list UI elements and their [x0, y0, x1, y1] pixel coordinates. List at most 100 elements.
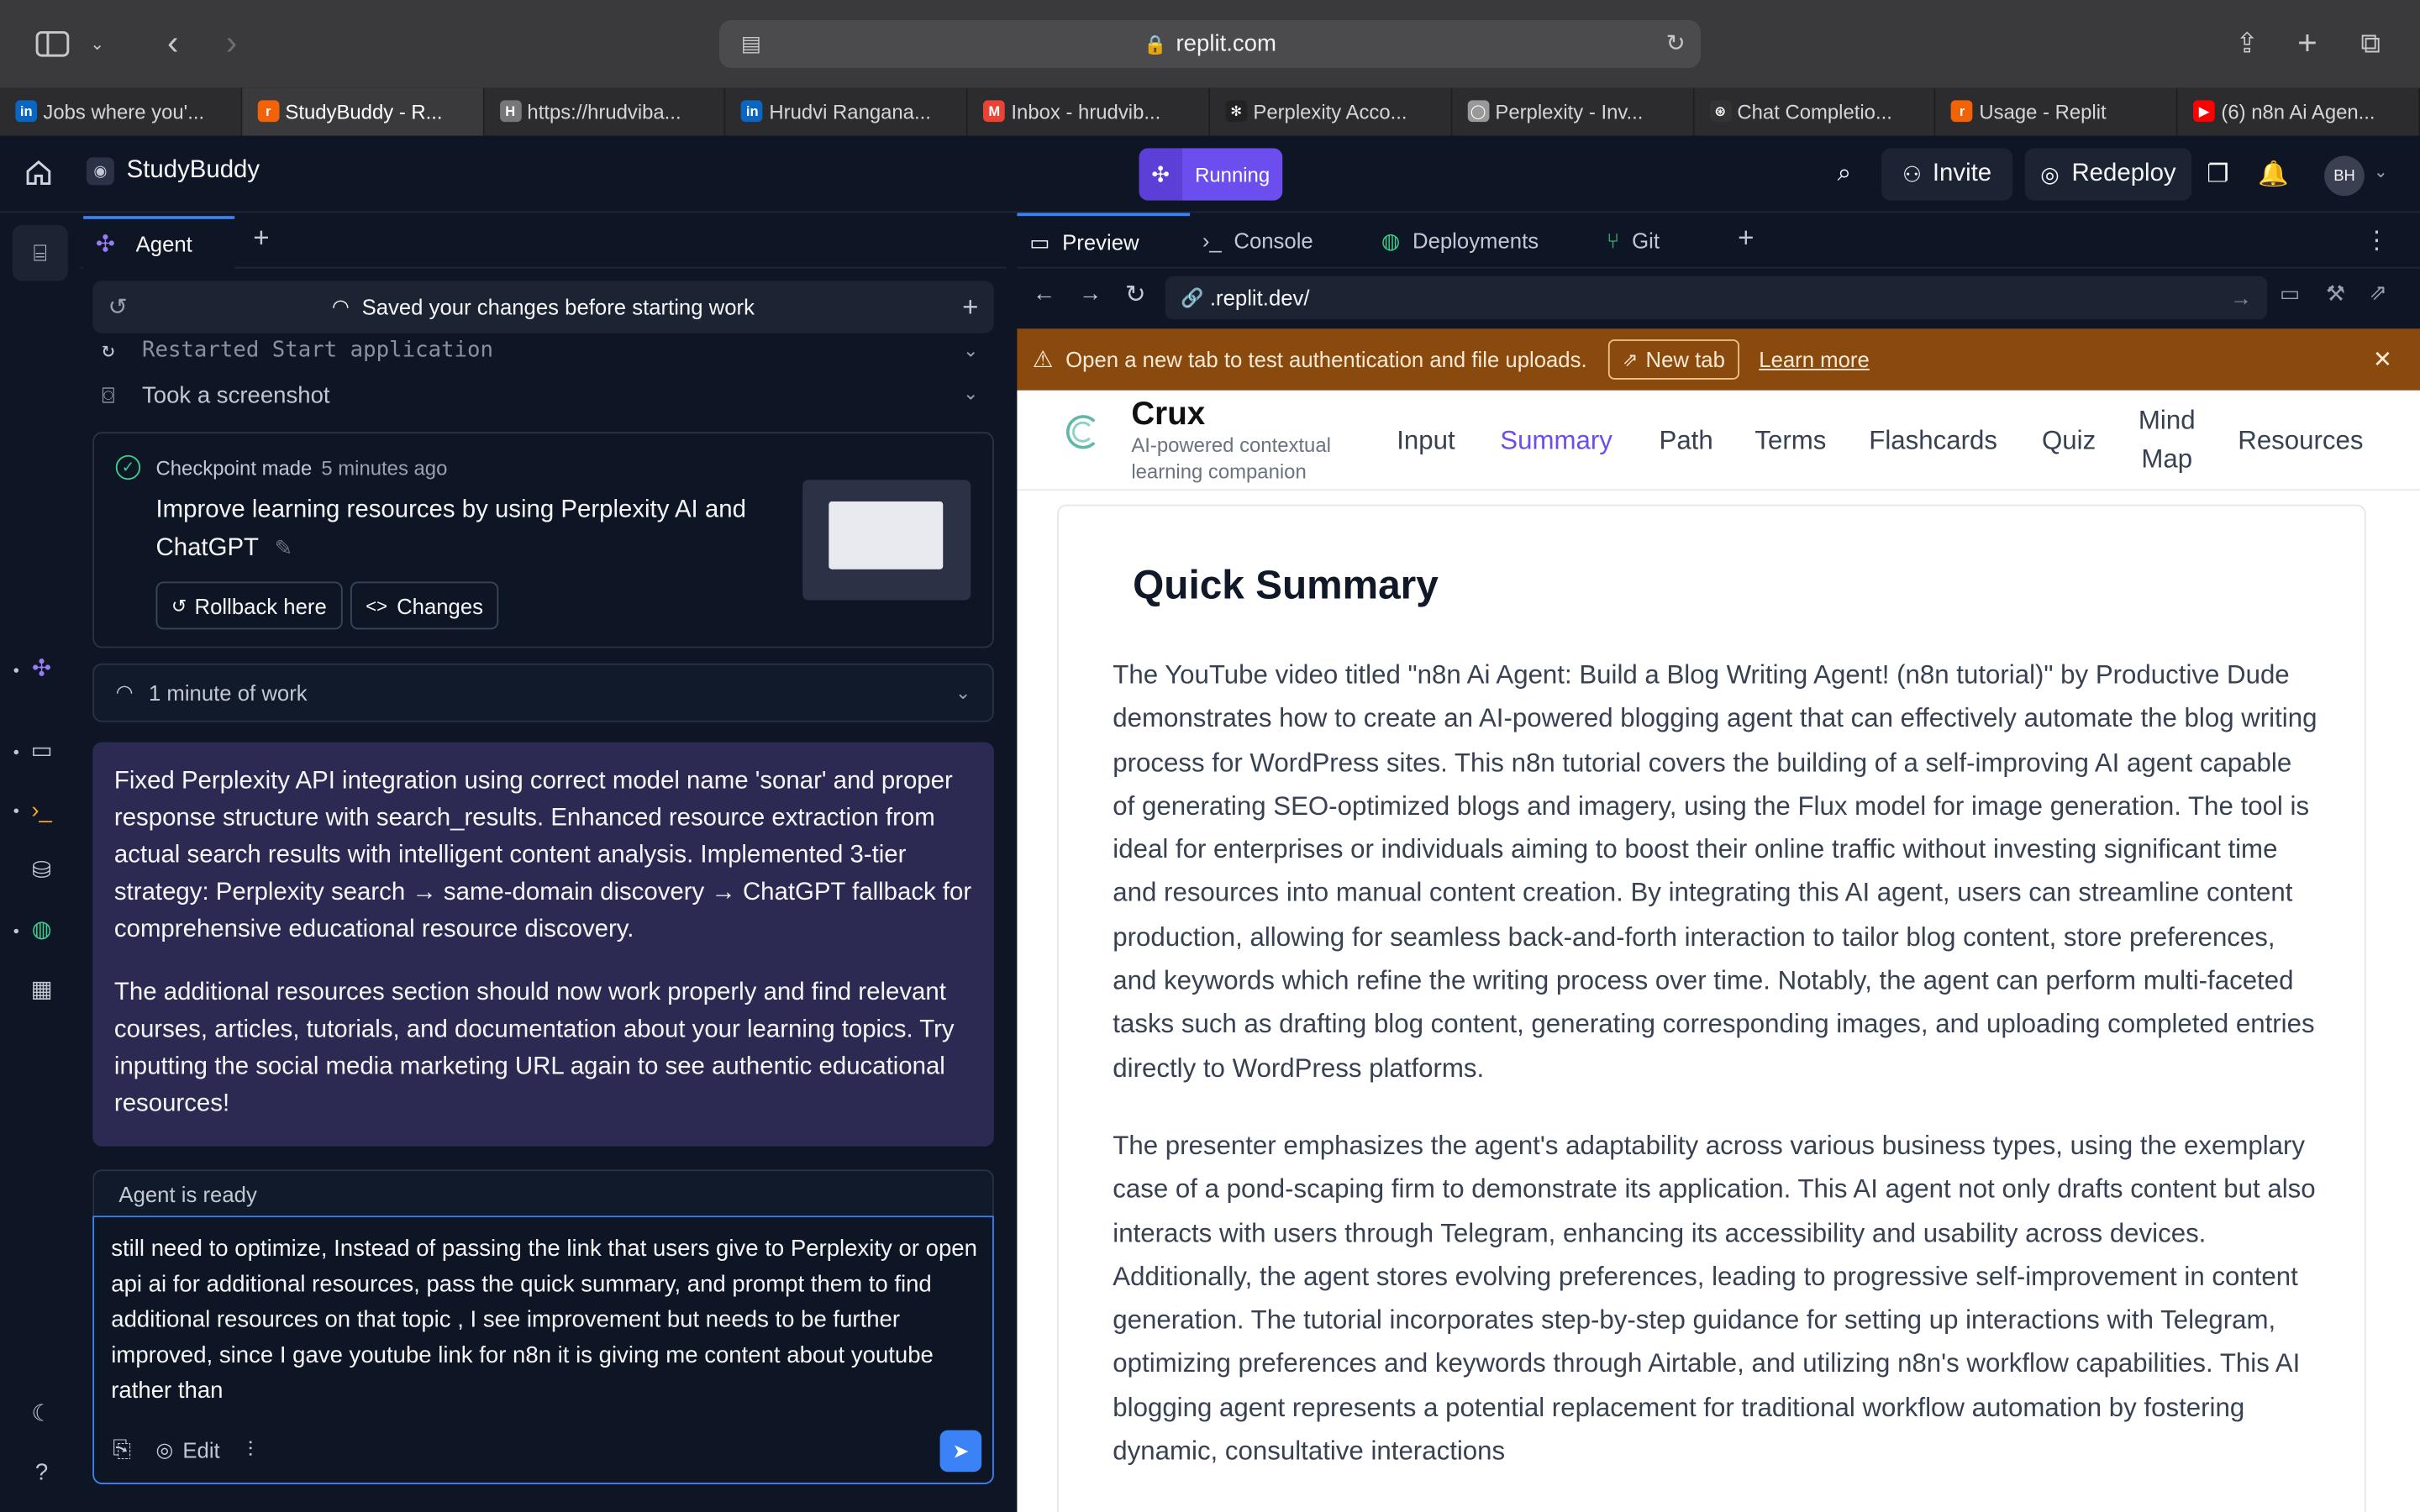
edit-button[interactable]: Edit	[182, 1437, 219, 1462]
bell-icon[interactable]: 🔔	[2254, 148, 2294, 200]
close-icon[interactable]: ✕	[2373, 345, 2392, 373]
camera-icon: ⌼	[102, 381, 115, 407]
browser-tab[interactable]: ▶ (6) n8n Ai Agen...	[2178, 87, 2420, 136]
browser-toolbar: ⌄ ‹ › ▤ 🔒 replit.com ↻ ⇪ + ⧉	[0, 0, 2420, 88]
nav-terms[interactable]: Terms	[1754, 421, 1826, 459]
panel-resizer[interactable]	[1006, 213, 1018, 1512]
add-tab-icon[interactable]: +	[253, 222, 269, 255]
new-tab-button[interactable]: ⇗ New tab	[1608, 339, 1739, 380]
chat-input-text[interactable]: still need to optimize, Instead of passi…	[111, 1231, 985, 1409]
theme-icon[interactable]: ☾	[24, 1396, 58, 1430]
back-icon[interactable]: ‹	[157, 24, 188, 62]
page-settings-icon[interactable]: ▤	[741, 31, 761, 57]
browser-tab[interactable]: in Hrudvi Ranganа...	[726, 87, 968, 136]
tab-console[interactable]: ›_ Console	[1199, 213, 1313, 268]
restarted-row[interactable]: ↻ Restarted Start application	[102, 332, 493, 369]
browser-tab[interactable]: in Jobs where you'...	[0, 87, 242, 136]
chat-input[interactable]: still need to optimize, Instead of passi…	[92, 1215, 994, 1484]
devices-icon[interactable]: ▭	[2280, 281, 2300, 307]
console-icon[interactable]: ›_	[24, 793, 58, 827]
deployments-icon: ◍	[1381, 227, 1401, 253]
favicon-icon: ⊛	[1709, 100, 1732, 123]
go-icon[interactable]: →	[2230, 286, 2252, 310]
database-icon[interactable]: ⛁	[24, 853, 58, 887]
chevron-down-icon[interactable]: ⌄	[2374, 162, 2388, 182]
sidebar-toggle-icon[interactable]	[34, 24, 71, 61]
search-icon[interactable]: ⌕	[1823, 148, 1865, 200]
browser-tab-label: Hrudvi Ranganа...	[769, 100, 931, 123]
chevron-down-icon[interactable]: ⌄	[87, 24, 108, 61]
files-icon[interactable]: ⌸	[12, 225, 68, 281]
run-button[interactable]: ✣ Running	[1139, 148, 1283, 201]
edit-icon[interactable]: ✎	[275, 535, 293, 559]
forward-icon[interactable]: ›	[216, 24, 247, 62]
chevron-down-icon[interactable]: ⌄	[963, 383, 978, 405]
nav-mind-map[interactable]: Mind Map	[2134, 402, 2199, 479]
rollback-icon: ↺	[171, 595, 187, 617]
nav-summary[interactable]: Summary	[1500, 421, 1612, 459]
changes-button[interactable]: <> Changes	[350, 581, 499, 630]
back-icon[interactable]: ←	[1033, 281, 1056, 307]
home-icon[interactable]	[24, 159, 55, 190]
new-chat-icon[interactable]: +	[962, 291, 978, 323]
preview-icon[interactable]: ▭	[24, 732, 58, 766]
tab-preview[interactable]: ▭ Preview	[1017, 213, 1191, 268]
browser-tab-label: (6) n8n Ai Agen...	[2221, 100, 2375, 123]
browser-tab[interactable]: ✻ Perplexity Acco...	[1210, 87, 1452, 136]
browser-tab[interactable]: r StudyBuddy - R...	[241, 87, 484, 136]
chevron-down-icon[interactable]: ⌄	[963, 339, 978, 361]
chevron-down-icon[interactable]: ⌄	[955, 682, 971, 704]
rollback-button[interactable]: ↺ Rollback here	[155, 581, 343, 630]
site-brand[interactable]: Crux	[1131, 396, 1205, 433]
address-bar[interactable]: ▤ 🔒 replit.com ↻	[718, 19, 1702, 68]
nav-flashcards[interactable]: Flashcards	[1869, 421, 1997, 459]
redeploy-button[interactable]: ◎ Redeploy	[2024, 148, 2192, 201]
tab-preview-label: Preview	[1062, 229, 1139, 255]
checkpoint-card: ✓ Checkpoint made 5 minutes ago Improve …	[92, 432, 994, 648]
send-button[interactable]: ➤	[939, 1430, 982, 1473]
history-icon[interactable]: ↺	[108, 293, 128, 321]
invite-button[interactable]: ⚇ Invite	[1881, 148, 2013, 201]
tab-deployments[interactable]: ◍ Deployments	[1381, 213, 1539, 268]
edit-mode-icon[interactable]: ◎	[156, 1437, 174, 1462]
work-summary[interactable]: ◠ 1 minute of work ⌄	[92, 663, 994, 722]
nav-input[interactable]: Input	[1397, 421, 1455, 459]
learn-more-link[interactable]: Learn more	[1759, 347, 1869, 371]
settings-sliders-icon[interactable]: ⫶	[248, 1436, 253, 1462]
browser-tab[interactable]: r Usage - Replit	[1936, 87, 2178, 136]
nav-quiz[interactable]: Quiz	[2042, 421, 2096, 459]
agent-icon[interactable]: ✣	[24, 651, 58, 685]
add-tab-icon[interactable]: +	[1738, 222, 1754, 255]
attach-icon[interactable]: ⎘	[113, 1436, 131, 1462]
preview-url-input[interactable]: 🔗 .replit.dev/ →	[1165, 276, 2268, 320]
browser-tab[interactable]: Hhttps://hrudviba...	[484, 87, 726, 136]
forward-icon[interactable]: →	[1079, 281, 1102, 307]
layers-icon[interactable]: ❐	[2198, 148, 2238, 200]
avatar[interactable]: BH	[2324, 155, 2365, 197]
project-name[interactable]: ◉ StudyBuddy	[86, 157, 260, 186]
all-tools-icon[interactable]: ▦	[24, 972, 58, 1005]
more-icon[interactable]: ⋮	[2365, 225, 2389, 256]
favicon-icon: M	[983, 100, 1006, 123]
help-icon[interactable]: ?	[24, 1455, 58, 1488]
open-external-icon[interactable]: ⇗	[2369, 279, 2387, 305]
nav-path[interactable]: Path	[1659, 421, 1712, 459]
screenshot-text: Took a screenshot	[141, 381, 330, 408]
checkpoint-thumbnail[interactable]	[802, 480, 971, 601]
browser-tab-label: Jobs where you'...	[43, 100, 205, 123]
reload-icon[interactable]: ↻	[1125, 279, 1146, 310]
browser-tab[interactable]: ◯ Perplexity - Inv...	[1452, 87, 1694, 136]
share-icon[interactable]: ⇪	[2232, 24, 2263, 61]
nav-resources[interactable]: Resources	[2238, 421, 2363, 459]
deployments-icon[interactable]: ◍	[24, 912, 58, 946]
devtools-icon[interactable]: ⚒	[2326, 281, 2345, 307]
tab-agent[interactable]: ✣ Agent	[83, 216, 235, 269]
tab-overview-icon[interactable]: ⧉	[2354, 24, 2387, 61]
tab-git[interactable]: ⑂ Git	[1607, 213, 1660, 268]
browser-tab[interactable]: ⊛ Chat Completio...	[1694, 87, 1936, 136]
reload-icon[interactable]: ↻	[1666, 29, 1686, 57]
screenshot-row[interactable]: ⌼ Took a screenshot	[102, 376, 329, 413]
new-tab-icon[interactable]: +	[2292, 24, 2323, 62]
address-text: replit.com	[1176, 30, 1276, 57]
browser-tab[interactable]: M Inbox - hrudvib...	[968, 87, 1210, 136]
